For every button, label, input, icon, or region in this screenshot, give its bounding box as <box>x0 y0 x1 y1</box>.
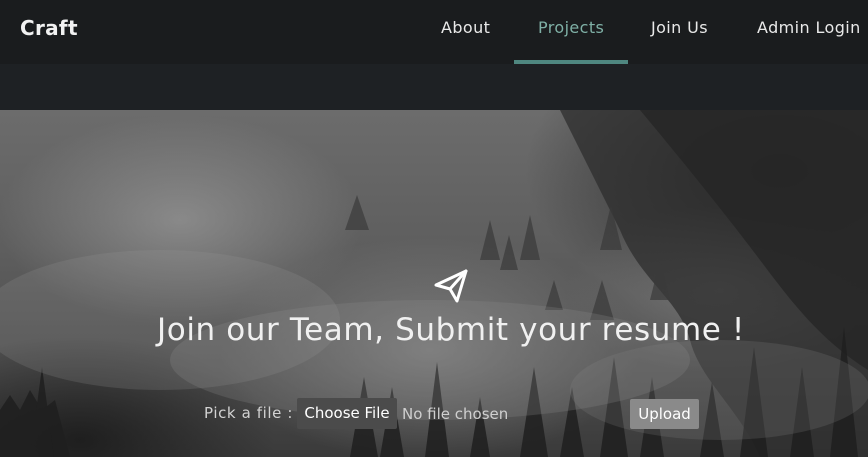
brand-logo[interactable]: Craft <box>20 16 78 40</box>
choose-file-button[interactable]: Choose File <box>297 398 397 429</box>
nav-projects[interactable]: Projects <box>538 18 604 37</box>
upload-button[interactable]: Upload <box>630 399 699 429</box>
file-input-label: Pick a file : <box>204 404 294 422</box>
nav-about[interactable]: About <box>441 18 490 37</box>
paper-plane-icon <box>434 269 468 303</box>
nav-admin-login[interactable]: Admin Login <box>757 18 861 37</box>
nav-join-us[interactable]: Join Us <box>651 18 708 37</box>
top-navbar: Craft About Projects Join Us Admin Login <box>0 0 868 64</box>
header-subbar <box>0 64 868 110</box>
hero-headline: Join our Team, Submit your resume ! <box>157 312 745 348</box>
file-status-text: No file chosen <box>402 405 509 423</box>
